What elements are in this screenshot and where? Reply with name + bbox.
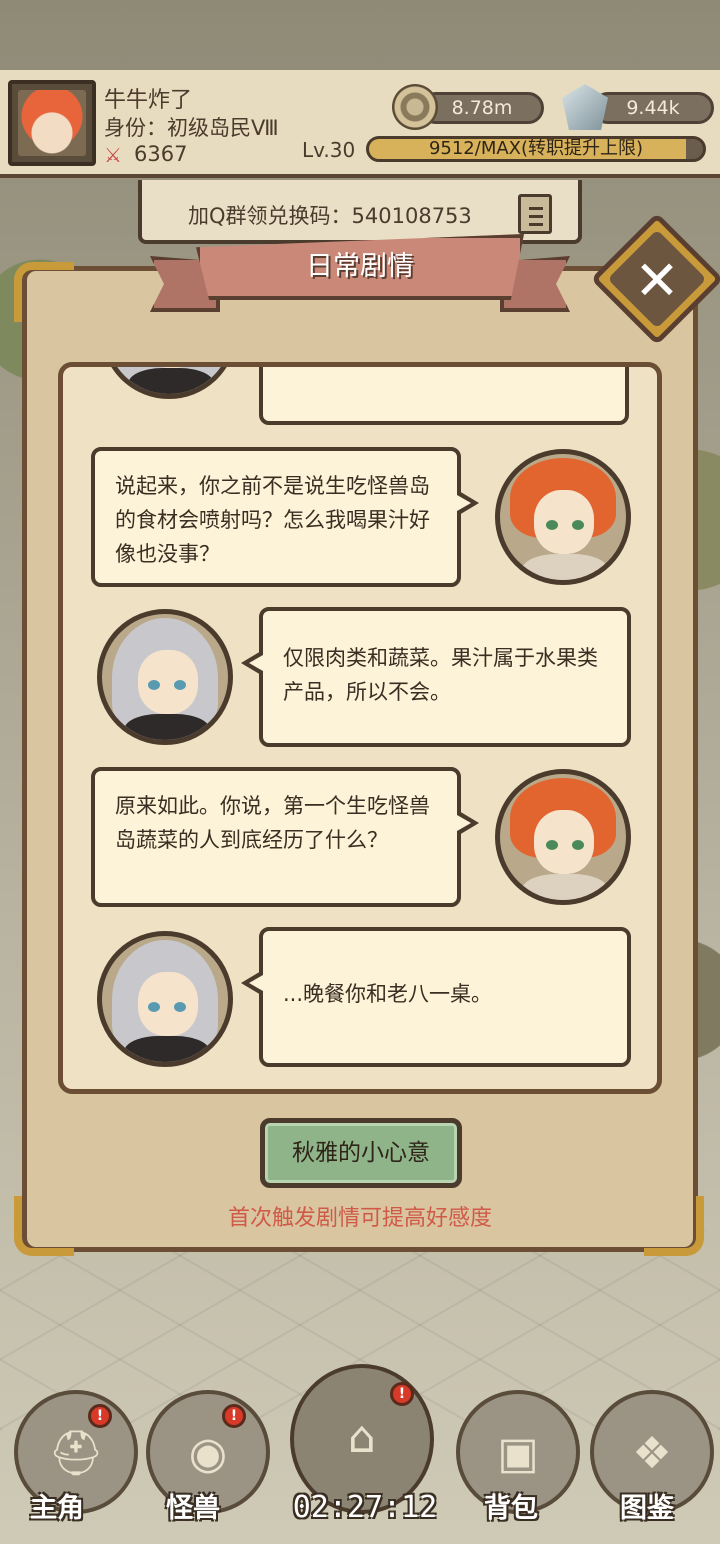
speaker-portrait-boy <box>495 449 631 585</box>
crystal-value: 9.44k <box>626 97 680 119</box>
notification-badge: ! <box>88 1404 112 1428</box>
affection-hint: 首次触发剧情可提高好感度 <box>227 1206 492 1231</box>
player-name: 牛牛炸了 <box>104 88 193 113</box>
speaker-portrait-girl <box>97 931 233 1067</box>
nav-bag-label: 背包 <box>484 1493 538 1524</box>
chat-bubble: 说起来，你之前不是说生吃怪兽岛的食材会喷射吗？怎么我喝果汁好像也没事？ <box>91 447 479 587</box>
avatar-portrait <box>18 90 86 156</box>
gold-counter[interactable]: 8.78m <box>420 92 544 124</box>
chat-message-text: 原来如此。你说，第一个生吃怪兽岛蔬菜的人到底经历了什么？ <box>115 794 430 852</box>
notification-badge: ! <box>390 1382 414 1406</box>
gold-value: 8.78m <box>451 97 513 119</box>
chat-log[interactable]: 说起来，你之前不是说生吃怪兽岛的食材会喷射吗？怎么我喝果汁好像也没事？ 仅限肉类… <box>58 362 662 1094</box>
power-icon: ⚔ <box>104 143 122 167</box>
chat-message-text: 说起来，你之前不是说生吃怪兽岛的食材会喷射吗？怎么我喝果汁好像也没事？ <box>115 474 430 566</box>
notification-badge: ! <box>222 1404 246 1428</box>
speaker-portrait-girl <box>101 367 237 399</box>
player-title: 身份：初级岛民Ⅷ <box>104 116 279 140</box>
redeem-code-text: 加Q群领兑换码：540108753 <box>188 204 472 228</box>
chat-bubble-previous <box>259 367 629 425</box>
power-value: 6367 <box>134 142 188 166</box>
dialog-title: 日常剧情 <box>306 251 414 282</box>
exp-text: 9512/MAX(转职提升上限) <box>428 138 644 159</box>
nav-monster-label: 怪兽 <box>166 1493 220 1524</box>
chat-bubble: ...晚餐你和老八一桌。 <box>241 927 631 1067</box>
gift-button[interactable]: 秋雅的小心意 <box>260 1118 462 1188</box>
crystal-counter[interactable]: 9.44k <box>592 92 714 124</box>
player-avatar[interactable] <box>8 80 96 166</box>
speaker-portrait-girl <box>97 609 233 745</box>
exp-bar: 9512/MAX(转职提升上限) <box>366 136 706 162</box>
countdown-timer: 02:27:12 <box>292 1490 438 1525</box>
level-label: Lv.30 <box>302 138 356 162</box>
chat-bubble: 仅限肉类和蔬菜。果汁属于水果类产品，所以不会。 <box>241 607 631 747</box>
nav-hero-label: 主角 <box>30 1493 84 1524</box>
close-icon[interactable]: ✕ <box>620 246 694 316</box>
dialog-corner-ornament <box>14 262 74 322</box>
speaker-portrait-boy <box>495 769 631 905</box>
nav-atlas-label: 图鉴 <box>620 1493 674 1524</box>
copy-icon[interactable] <box>518 194 552 234</box>
chat-message-text: ...晚餐你和老八一桌。 <box>283 982 493 1006</box>
chat-bubble: 原来如此。你说，第一个生吃怪兽岛蔬菜的人到底经历了什么？ <box>91 767 479 907</box>
chat-message-text: 仅限肉类和蔬菜。果汁属于水果类产品，所以不会。 <box>283 646 598 704</box>
coin-icon <box>392 84 438 130</box>
